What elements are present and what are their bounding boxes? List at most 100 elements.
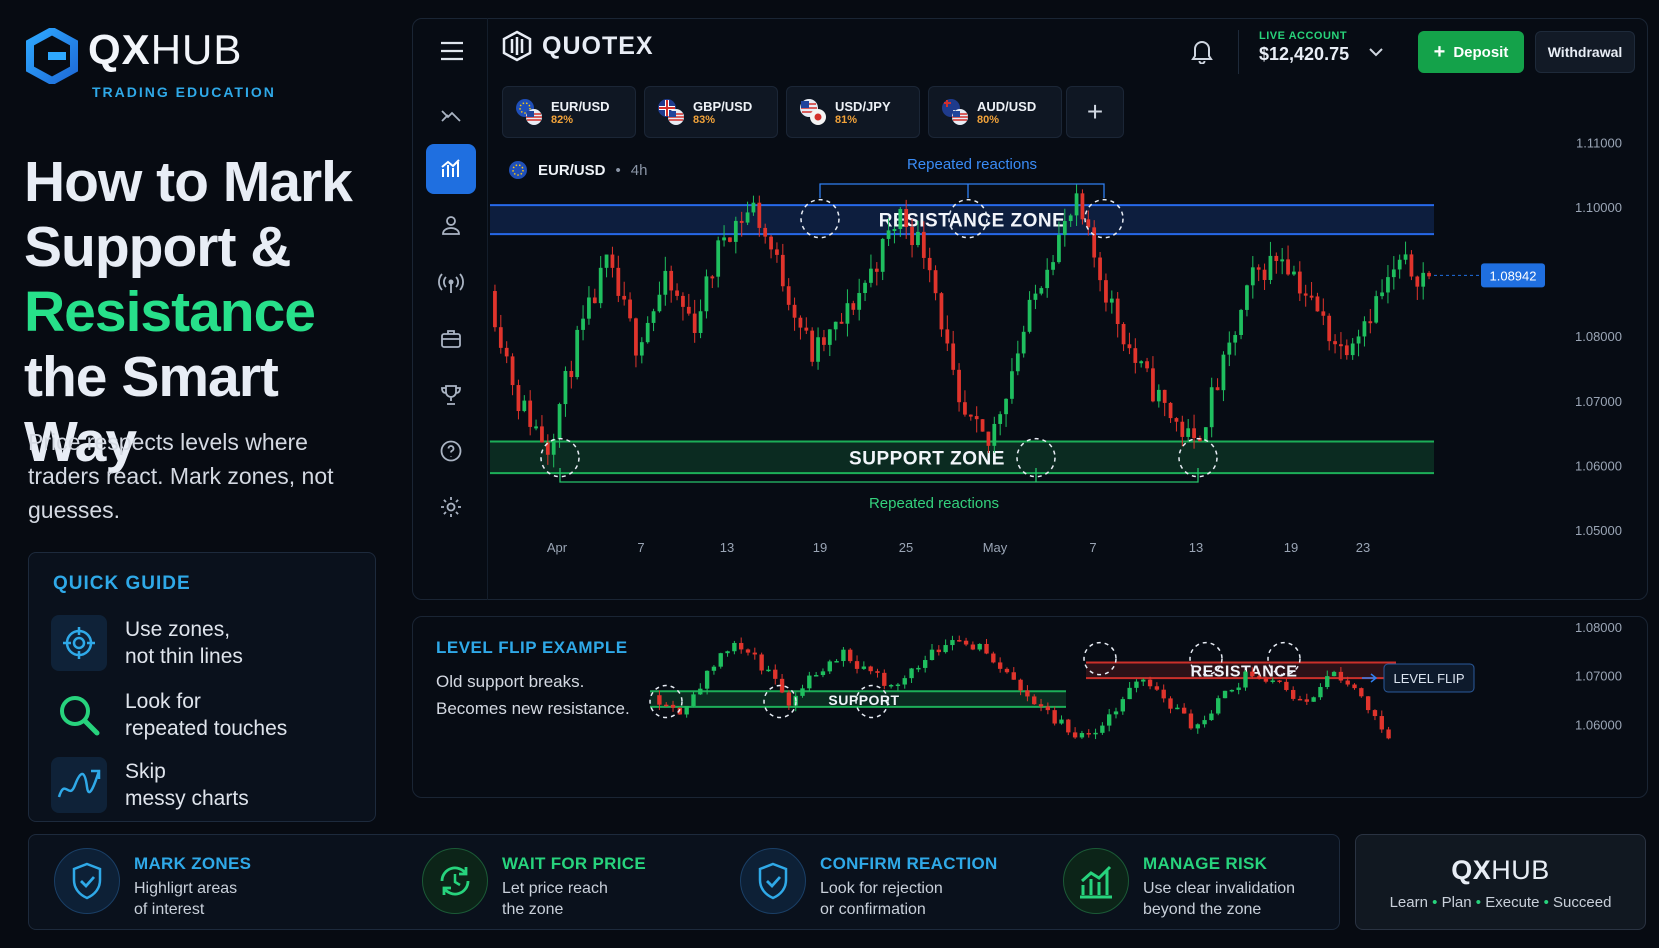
candle-body [820, 671, 826, 676]
step-desc-line: Look for rejection [820, 880, 943, 897]
candle-body [557, 404, 562, 440]
candle-body [1368, 321, 1373, 324]
candle-body [711, 666, 717, 671]
candle-body [1027, 299, 1032, 332]
candle-body [1113, 711, 1119, 715]
trophy-icon[interactable] [426, 370, 476, 420]
signal-icon[interactable] [426, 258, 476, 308]
bar-chart-icon [1063, 848, 1129, 914]
support-annotation: Repeated reactions [869, 495, 999, 512]
account-selector[interactable]: LIVE ACCOUNT $12,420.75 [1238, 30, 1388, 74]
candle-body [504, 347, 509, 357]
candle-body [854, 661, 860, 669]
promo-sep: • [1543, 894, 1549, 911]
candle-body [704, 670, 710, 689]
candle-body [863, 282, 867, 294]
candle-body [786, 692, 792, 706]
candle-body [651, 311, 656, 323]
chevron-down-icon[interactable] [1368, 44, 1384, 62]
candle-body [886, 230, 891, 239]
brand-logo: QXHUB TRADING EDUCATION [26, 26, 274, 100]
candle-body [587, 297, 591, 319]
deposit-button[interactable]: + Deposit [1418, 31, 1524, 73]
quotex-logo-icon [502, 30, 532, 62]
candle-body [645, 322, 650, 343]
candle-body [997, 662, 1003, 669]
candle-body [807, 675, 812, 689]
candle-body [1147, 679, 1153, 687]
step-wait-for-price: WAIT FOR PRICE Let price reach the zone [422, 848, 672, 920]
candle-body [1277, 680, 1282, 682]
candle-body [1127, 344, 1132, 349]
settings-icon[interactable] [426, 482, 476, 532]
candle-body [980, 419, 985, 432]
chart-icon[interactable] [426, 144, 476, 194]
candle-body [1297, 698, 1303, 701]
search-icon [51, 687, 107, 743]
x-tick-label: 7 [637, 540, 644, 555]
candle-body [692, 313, 697, 333]
x-tick-label: 7 [1089, 540, 1096, 555]
promo-tag: Learn [1389, 894, 1428, 911]
candle-body [1286, 259, 1290, 275]
candle-body [916, 667, 921, 670]
candle-body [684, 706, 689, 715]
step-title: CONFIRM REACTION [820, 854, 998, 873]
sidebar-nav [412, 18, 488, 600]
flip-y-tick-label: 1.07000 [1575, 669, 1622, 684]
candle-body [1391, 269, 1396, 278]
candle-body [669, 270, 674, 291]
user-icon[interactable] [426, 200, 476, 250]
candle-body [968, 414, 973, 417]
candle-body [916, 231, 920, 246]
briefcase-icon[interactable] [426, 314, 476, 364]
candle-body [1304, 699, 1309, 702]
step-mark-zones: MARK ZONES Highligrt areas of interest [54, 848, 304, 920]
candle-body [1186, 428, 1191, 437]
quick-guide-card: QUICK GUIDE Use zones, not thin lines Loo… [28, 552, 376, 822]
candle-body [1115, 298, 1120, 325]
main-price-chart[interactable]: RESISTANCE ZONESUPPORT ZONERepeated reac… [490, 120, 1648, 590]
brand-name-bold: QX [88, 26, 151, 73]
candle-body [657, 695, 662, 705]
candle-body [725, 651, 730, 654]
candle-body [992, 423, 997, 446]
candle-body [951, 343, 956, 370]
candle-body [963, 402, 967, 415]
guide-item-line: Skip [125, 760, 166, 783]
headline-line-2: Support & [24, 215, 291, 279]
candle-body [816, 337, 820, 362]
withdraw-button[interactable]: Withdrawal [1535, 31, 1635, 73]
asset-pair: GBP/USD [693, 98, 753, 114]
candle-body [1415, 276, 1420, 287]
candle-body [704, 276, 709, 312]
candle-body [745, 212, 750, 223]
plus-icon: + [1433, 41, 1446, 63]
candle-body [861, 666, 867, 669]
y-tick-label: 1.06000 [1575, 458, 1622, 473]
trades-icon[interactable] [426, 90, 476, 140]
notification-bell-icon[interactable] [1190, 38, 1214, 69]
candle-body [1107, 714, 1112, 726]
candle-body [616, 267, 621, 296]
candle-body [786, 286, 791, 305]
candle-body [813, 675, 819, 677]
resistance-bracket [819, 183, 1105, 198]
guide-item-line: Use zones, [125, 618, 231, 641]
help-icon[interactable] [426, 426, 476, 476]
candle-body [1045, 269, 1050, 289]
candle-body [933, 270, 938, 294]
candle-body [1359, 688, 1364, 697]
candle-body [1284, 681, 1289, 690]
candle-body [1139, 361, 1144, 364]
asset-pair: AUD/USD [977, 98, 1037, 114]
candle-body [1079, 733, 1085, 738]
hamburger-menu-icon[interactable] [440, 40, 464, 67]
candle-body [1344, 345, 1349, 356]
candle-body [1121, 324, 1126, 345]
candle-body [1168, 698, 1173, 709]
candle-body [1045, 706, 1051, 711]
flip-y-tick-label: 1.06000 [1575, 717, 1622, 732]
candle-body [998, 414, 1003, 424]
candle-body [1321, 311, 1326, 316]
